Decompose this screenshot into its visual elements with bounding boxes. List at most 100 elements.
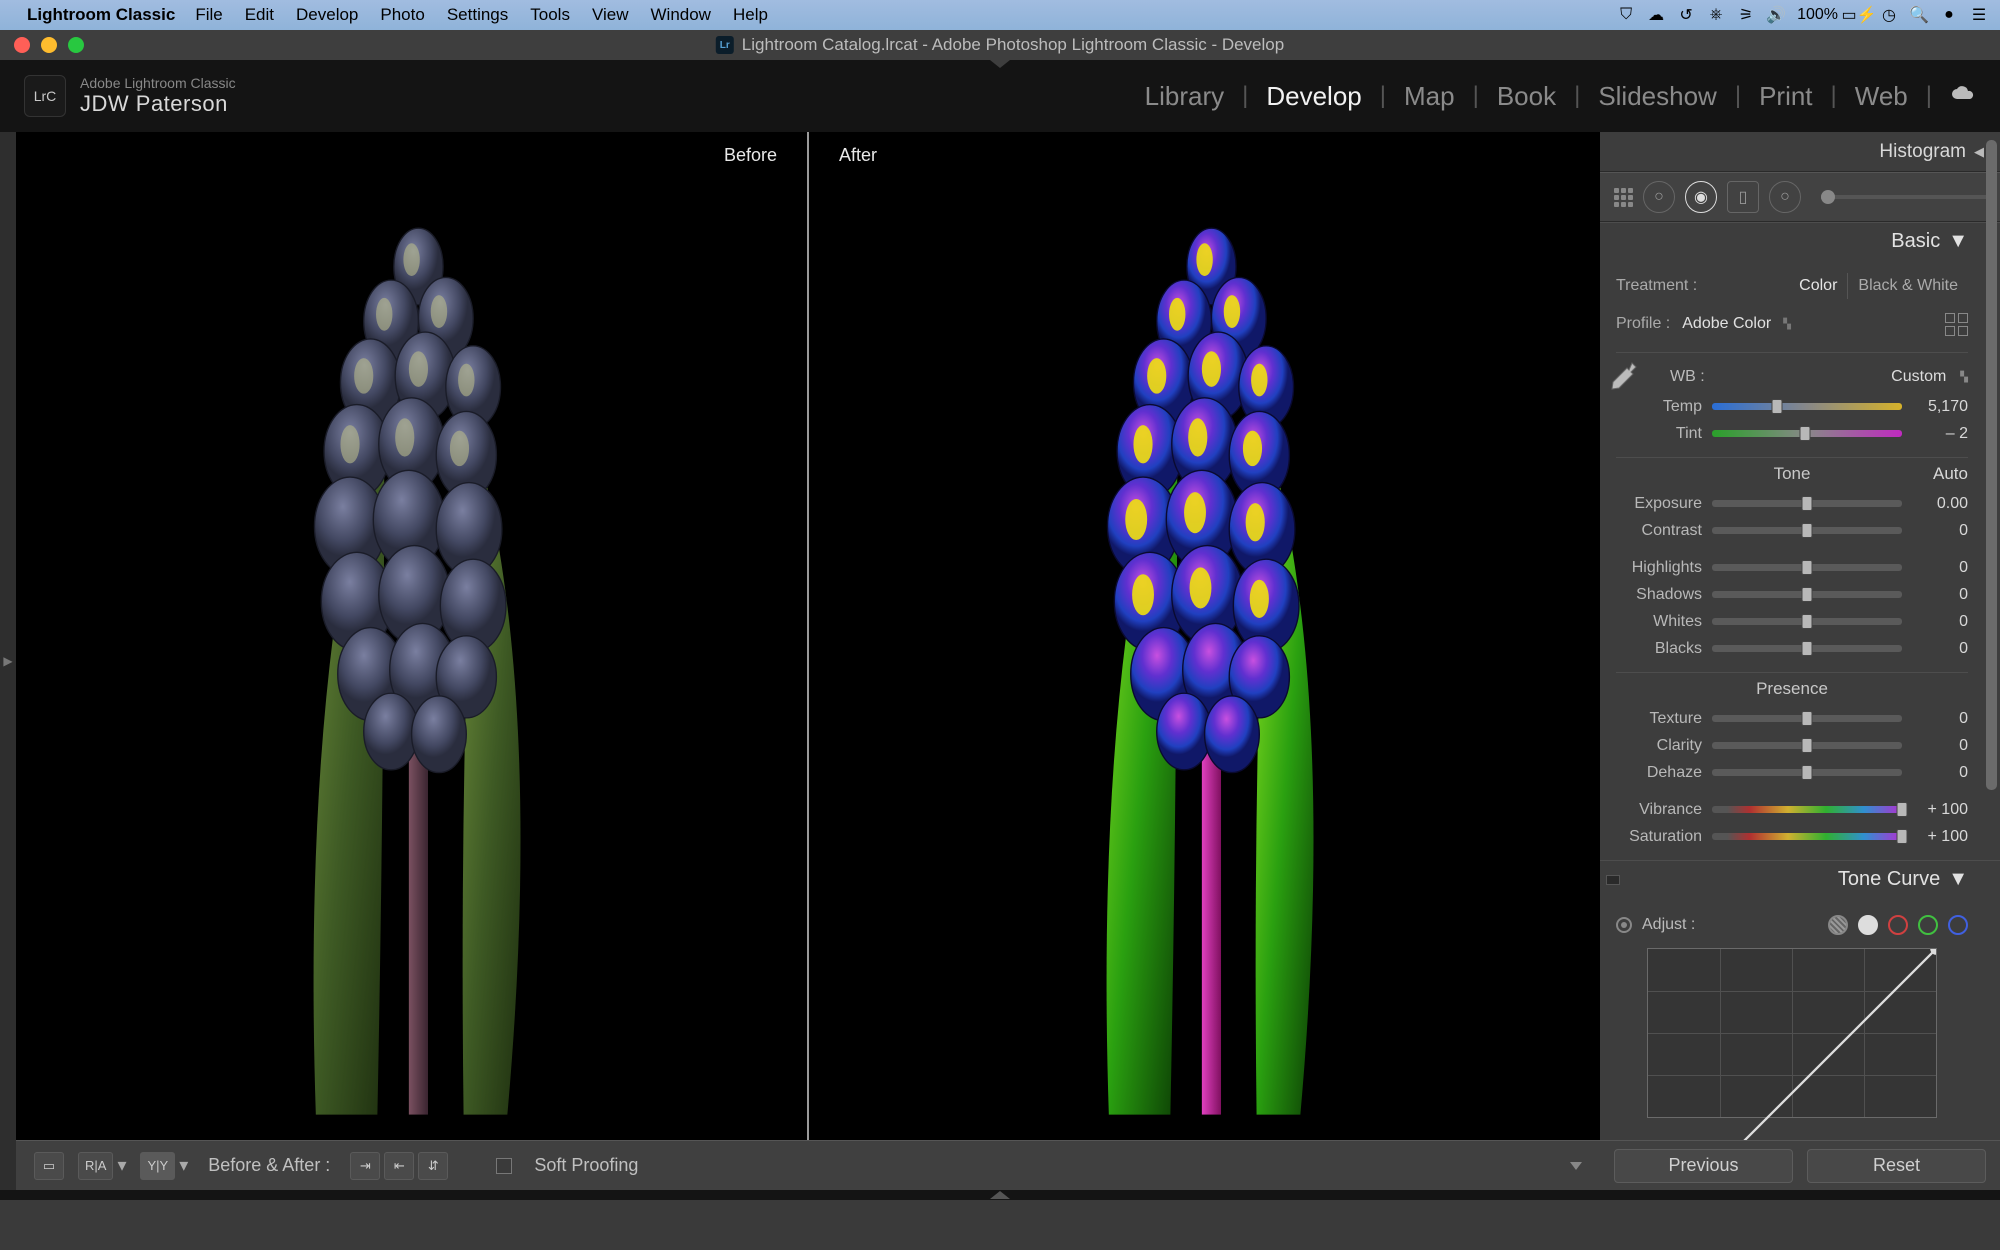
loupe-view-button[interactable]: ▭: [34, 1152, 64, 1180]
menu-tools[interactable]: Tools: [530, 5, 570, 25]
profile-caret-icon[interactable]: ▚: [1783, 319, 1791, 330]
battery-icon[interactable]: ▭⚡: [1850, 6, 1868, 24]
cloud-sync-icon[interactable]: [1950, 85, 1976, 108]
tonecurve-header[interactable]: Tone Curve ▼: [1600, 860, 2000, 898]
shadows-slider[interactable]: [1712, 591, 1902, 598]
target-adjust-button[interactable]: [1616, 917, 1632, 933]
ba-menu-caret-icon[interactable]: ▾: [117, 1155, 126, 1176]
temp-value[interactable]: 5,170: [1912, 398, 1968, 416]
saturation-slider[interactable]: [1712, 833, 1902, 840]
ba-yy-button[interactable]: Y|Y: [140, 1152, 175, 1180]
zoom-window-button[interactable]: [68, 37, 84, 53]
wb-value[interactable]: Custom: [1891, 368, 1946, 386]
toolbar-options-button[interactable]: [1570, 1162, 1582, 1170]
tint-value[interactable]: – 2: [1912, 425, 1968, 443]
contrast-value[interactable]: 0: [1912, 522, 1968, 540]
swap-both-button[interactable]: ⇵: [418, 1152, 448, 1180]
wb-caret-icon[interactable]: ▚: [1960, 372, 1968, 383]
notification-center-icon[interactable]: ☰: [1970, 6, 1988, 24]
exposure-slider[interactable]: [1712, 500, 1902, 507]
treatment-color-button[interactable]: Color: [1789, 273, 1847, 299]
swap-left-button[interactable]: ⇤: [384, 1152, 414, 1180]
ba-yy-caret-icon[interactable]: ▾: [179, 1155, 188, 1176]
previous-button[interactable]: Previous: [1614, 1149, 1793, 1183]
filmstrip-toggle[interactable]: [0, 1190, 2000, 1200]
saturation-value[interactable]: + 100: [1912, 828, 1968, 846]
texture-value[interactable]: 0: [1912, 710, 1968, 728]
menu-edit[interactable]: Edit: [245, 5, 274, 25]
volume-icon[interactable]: 🔊: [1767, 6, 1785, 24]
brush-tool-slider[interactable]: [1821, 195, 1986, 199]
crop-tool-button[interactable]: [1614, 188, 1633, 207]
tone-curve-editor[interactable]: [1647, 948, 1937, 1118]
blacks-value[interactable]: 0: [1912, 640, 1968, 658]
redeye-tool-button[interactable]: ◉: [1685, 181, 1717, 213]
profile-browser-button[interactable]: [1945, 313, 1968, 336]
ba-side-button[interactable]: R|A: [78, 1152, 113, 1180]
curve-point-button[interactable]: [1858, 915, 1878, 935]
module-book[interactable]: Book: [1487, 81, 1566, 112]
after-panel[interactable]: After: [809, 132, 1600, 1140]
vibrance-value[interactable]: + 100: [1912, 801, 1968, 819]
soft-proofing-checkbox[interactable]: [496, 1158, 512, 1174]
module-map[interactable]: Map: [1394, 81, 1465, 112]
left-panel-toggle[interactable]: ▶: [0, 132, 16, 1190]
menu-view[interactable]: View: [592, 5, 629, 25]
menu-photo[interactable]: Photo: [380, 5, 424, 25]
menu-file[interactable]: File: [195, 5, 222, 25]
shield-icon[interactable]: ⛉: [1617, 6, 1635, 24]
siri-icon[interactable]: ●: [1940, 6, 1958, 24]
auto-button[interactable]: Auto: [1933, 464, 1968, 484]
texture-slider[interactable]: [1712, 715, 1902, 722]
highlights-value[interactable]: 0: [1912, 559, 1968, 577]
module-web[interactable]: Web: [1845, 81, 1918, 112]
tint-slider[interactable]: [1712, 430, 1902, 437]
profile-value[interactable]: Adobe Color: [1682, 315, 1771, 333]
bluetooth-icon[interactable]: ⎈: [1707, 6, 1725, 24]
before-panel[interactable]: Before: [16, 132, 807, 1140]
menubar-app-name[interactable]: Lightroom Classic: [27, 5, 175, 25]
spotlight-icon[interactable]: 🔍: [1910, 6, 1928, 24]
spot-removal-tool-button[interactable]: ○: [1643, 181, 1675, 213]
curve-blue-button[interactable]: [1948, 915, 1968, 935]
swap-right-button[interactable]: ⇥: [350, 1152, 380, 1180]
reset-button[interactable]: Reset: [1807, 1149, 1986, 1183]
soft-proofing-label[interactable]: Soft Proofing: [534, 1155, 638, 1176]
module-print[interactable]: Print: [1749, 81, 1822, 112]
clarity-slider[interactable]: [1712, 742, 1902, 749]
module-library[interactable]: Library: [1135, 81, 1234, 112]
whites-value[interactable]: 0: [1912, 613, 1968, 631]
histogram-header[interactable]: Histogram ◀: [1600, 132, 2000, 172]
clock-icon[interactable]: ◷: [1880, 6, 1898, 24]
wb-eyedropper-icon[interactable]: [1604, 359, 1640, 395]
module-develop[interactable]: Develop: [1256, 81, 1371, 112]
highlights-slider[interactable]: [1712, 564, 1902, 571]
minimize-window-button[interactable]: [41, 37, 57, 53]
vibrance-slider[interactable]: [1712, 806, 1902, 813]
exposure-value[interactable]: 0.00: [1912, 495, 1968, 513]
shadows-value[interactable]: 0: [1912, 586, 1968, 604]
curve-parametric-button[interactable]: [1828, 915, 1848, 935]
radial-filter-tool-button[interactable]: ○: [1769, 181, 1801, 213]
dehaze-value[interactable]: 0: [1912, 764, 1968, 782]
menu-help[interactable]: Help: [733, 5, 768, 25]
cc-sync-icon[interactable]: ☁: [1647, 6, 1665, 24]
whites-slider[interactable]: [1712, 618, 1902, 625]
menu-develop[interactable]: Develop: [296, 5, 358, 25]
tonecurve-switch[interactable]: [1606, 875, 1620, 885]
wifi-icon[interactable]: ⚞: [1737, 6, 1755, 24]
contrast-slider[interactable]: [1712, 527, 1902, 534]
treatment-bw-button[interactable]: Black & White: [1847, 273, 1968, 299]
menu-settings[interactable]: Settings: [447, 5, 508, 25]
curve-red-button[interactable]: [1888, 915, 1908, 935]
module-slideshow[interactable]: Slideshow: [1588, 81, 1727, 112]
clarity-value[interactable]: 0: [1912, 737, 1968, 755]
dehaze-slider[interactable]: [1712, 769, 1902, 776]
menu-window[interactable]: Window: [651, 5, 711, 25]
timemachine-icon[interactable]: ↺: [1677, 6, 1695, 24]
blacks-slider[interactable]: [1712, 645, 1902, 652]
curve-green-button[interactable]: [1918, 915, 1938, 935]
graduated-filter-tool-button[interactable]: ▯: [1727, 181, 1759, 213]
close-window-button[interactable]: [14, 37, 30, 53]
basic-panel-header[interactable]: Basic ▼: [1600, 222, 2000, 260]
